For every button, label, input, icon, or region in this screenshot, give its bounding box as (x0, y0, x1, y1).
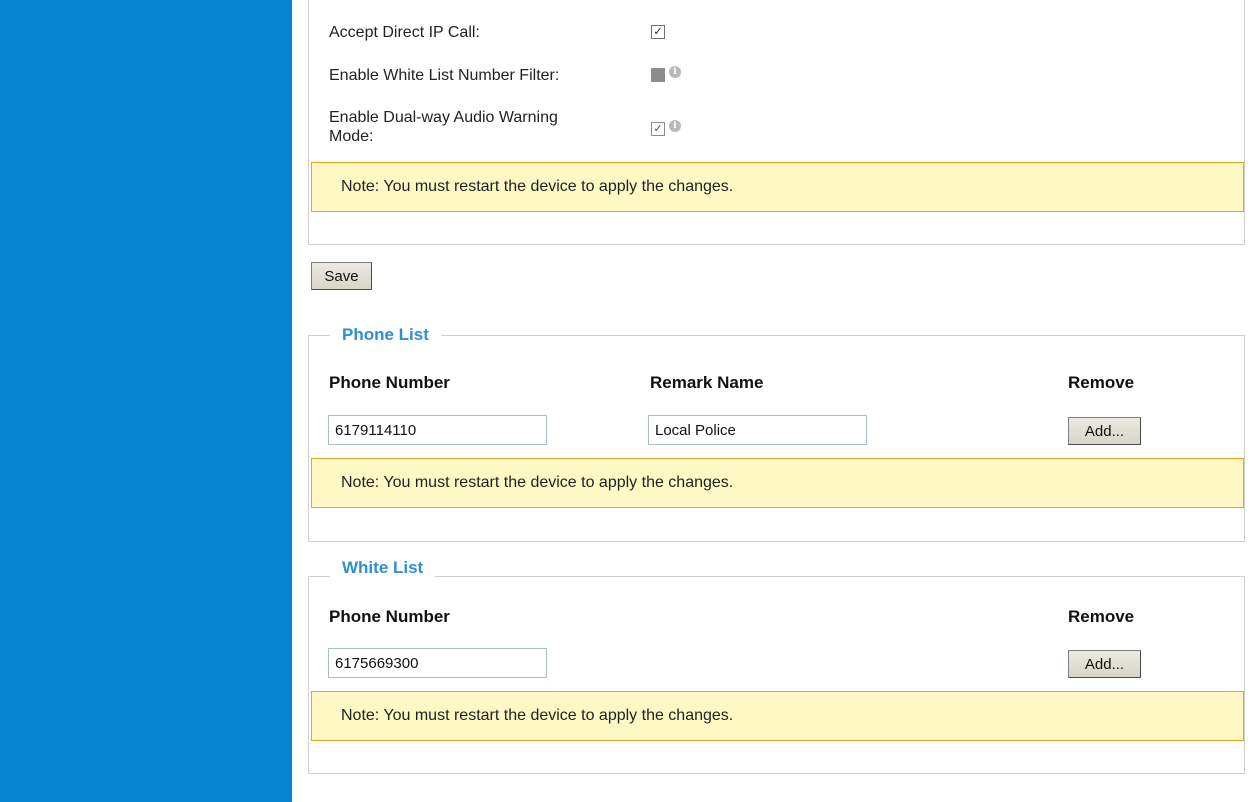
remark-name-input[interactable] (648, 415, 867, 445)
dual-way-audio-label-line1: Enable Dual-way Audio Warning (329, 109, 558, 126)
phone-list-title: Phone List (330, 325, 441, 345)
white-list-title: White List (330, 558, 436, 578)
info-icon[interactable]: i (669, 66, 681, 78)
white-list-filter-label: Enable White List Number Filter: (329, 67, 560, 84)
sidebar (0, 0, 292, 802)
phone-number-header: Phone Number (329, 373, 450, 392)
dual-way-audio-checkbox[interactable]: ✓ (651, 122, 665, 136)
accept-direct-ip-call-label: Accept Direct IP Call: (329, 24, 480, 41)
accept-direct-ip-call-checkbox[interactable]: ✓ (651, 25, 665, 39)
restart-note: Note: You must restart the device to app… (311, 458, 1244, 508)
add-white-list-button[interactable]: Add... (1068, 650, 1141, 678)
restart-note: Note: You must restart the device to app… (311, 691, 1244, 741)
save-button[interactable]: Save (311, 262, 372, 290)
add-phone-button[interactable]: Add... (1068, 417, 1141, 445)
phone-number-input[interactable] (328, 415, 547, 445)
white-list-filter-checkbox[interactable] (651, 68, 665, 82)
remove-header: Remove (1068, 373, 1135, 392)
remark-name-header: Remark Name (650, 373, 764, 392)
remove-header: Remove (1068, 607, 1135, 626)
restart-note: Note: You must restart the device to app… (311, 162, 1244, 212)
white-list-phone-input[interactable] (328, 648, 547, 678)
dual-way-audio-label-line2: Mode: (329, 128, 374, 145)
info-icon[interactable]: i (669, 120, 681, 132)
phone-number-header: Phone Number (329, 607, 450, 626)
